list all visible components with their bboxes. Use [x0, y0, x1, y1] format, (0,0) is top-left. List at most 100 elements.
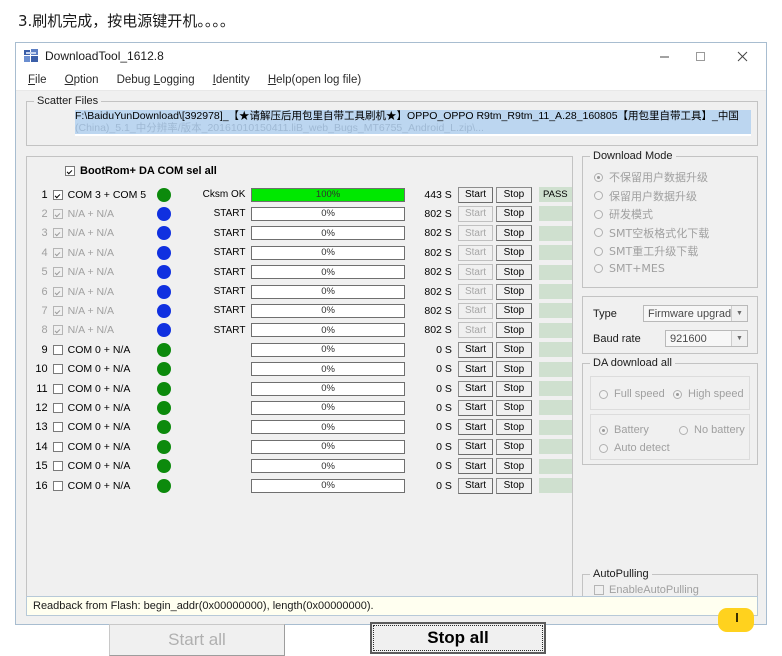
scatter-file-list[interactable]: F:\BaiduYunDownload\[392978]_【★请解压后用包里自带… [75, 110, 751, 136]
scatter-path-line-2[interactable]: (China)_5.1_中分辨率/版本_20161010150411.liB_w… [75, 122, 751, 134]
row-stop-button[interactable]: Stop [496, 302, 532, 319]
row-checkbox[interactable] [52, 480, 63, 491]
radio-indicator[interactable] [594, 191, 603, 200]
radio-indicator[interactable] [673, 389, 682, 399]
row-stop-button[interactable]: Stop [496, 264, 532, 281]
menu-item-identity[interactable]: Identity [213, 71, 259, 89]
radio-option[interactable]: 保留用户数据升级 [594, 188, 697, 204]
row-start-button[interactable]: Start [457, 186, 494, 203]
row-checkbox[interactable] [52, 305, 63, 316]
row-checkbox[interactable] [52, 189, 63, 200]
select-all-checkbox[interactable] [65, 166, 75, 176]
row-stop-button[interactable]: Stop [496, 419, 532, 436]
baud-rate-dropdown[interactable]: 921600 ▼ [665, 330, 748, 347]
row-checkbox[interactable] [52, 247, 63, 258]
row-start-button[interactable]: Start [457, 322, 494, 339]
progress-label: 0% [321, 363, 335, 375]
row-stop-button[interactable]: Stop [496, 283, 532, 300]
radio-indicator[interactable] [594, 263, 603, 273]
row-start-button[interactable]: Start [457, 341, 494, 358]
row-start-button[interactable]: Start [457, 264, 494, 281]
row-checkbox[interactable] [52, 461, 63, 472]
row-stop-button[interactable]: Stop [496, 477, 532, 494]
row-checkbox[interactable] [52, 364, 63, 375]
enable-autopulling-row[interactable]: EnableAutoPulling [594, 584, 699, 596]
stop-all-button[interactable]: Stop all [370, 622, 546, 654]
da-battery-option[interactable]: No battery [679, 424, 745, 436]
scatter-files-group: Scatter Files F:\BaiduYunDownload\[39297… [26, 95, 758, 146]
minimize-button[interactable] [646, 43, 682, 70]
row-port-label: N/A + N/A [67, 324, 115, 337]
menu-item-debug-logging[interactable]: Debug Logging [117, 71, 204, 89]
radio-indicator[interactable] [594, 246, 603, 256]
maximize-button[interactable] [682, 43, 718, 70]
row-start-button[interactable]: Start [457, 283, 494, 300]
row-start-button[interactable]: Start [457, 380, 494, 397]
row-elapsed-time: 802 S [424, 324, 452, 337]
radio-option[interactable]: SMT重工升级下载 [594, 243, 698, 259]
close-button[interactable] [724, 43, 760, 70]
row-checkbox-cell [52, 286, 68, 297]
da-speed-option[interactable]: High speed [673, 388, 744, 400]
scatter-path-line-1[interactable]: F:\BaiduYunDownload\[392978]_【★请解压后用包里自带… [75, 110, 751, 122]
row-checkbox[interactable] [52, 267, 63, 278]
start-all-button[interactable]: Start all [109, 624, 285, 656]
row-start-button[interactable]: Start [457, 225, 494, 242]
row-checkbox[interactable] [52, 383, 63, 394]
row-start-button[interactable]: Start [457, 399, 494, 416]
row-stop-button[interactable]: Stop [496, 186, 532, 203]
row-status-text: START [213, 286, 246, 297]
row-stop-button[interactable]: Stop [496, 458, 532, 475]
radio-option[interactable]: SMT+MES [594, 262, 665, 275]
row-start-button[interactable]: Start [457, 205, 494, 222]
radio-option[interactable]: 不保留用户数据升级 [594, 169, 708, 185]
row-stop-button[interactable]: Stop [496, 244, 532, 261]
row-stop-button[interactable]: Stop [496, 322, 532, 339]
row-start-button[interactable]: Start [457, 244, 494, 261]
row-checkbox[interactable] [52, 208, 63, 219]
row-start-button[interactable]: Start [457, 458, 494, 475]
radio-label: Battery [614, 424, 649, 436]
chevron-down-icon[interactable]: ▼ [731, 331, 747, 346]
row-checkbox[interactable] [52, 286, 63, 297]
com-port-row: 4 N/A + N/A START 0% 802 S Start Stop [27, 243, 572, 262]
select-all-row[interactable]: BootRom+ DA COM sel all [65, 165, 217, 177]
row-stop-button[interactable]: Stop [496, 341, 532, 358]
row-stop-button[interactable]: Stop [496, 380, 532, 397]
row-checkbox[interactable] [52, 422, 63, 433]
row-start-button[interactable]: Start [457, 302, 494, 319]
row-checkbox[interactable] [52, 344, 63, 355]
radio-indicator[interactable] [599, 425, 608, 435]
chevron-down-icon[interactable]: ▼ [731, 306, 747, 321]
row-stop-button[interactable]: Stop [496, 438, 532, 455]
radio-option[interactable]: SMT空板格式化下载 [594, 225, 709, 241]
row-start-button[interactable]: Start [457, 361, 494, 378]
da-battery-option[interactable]: Auto detect [599, 442, 670, 454]
row-start-button[interactable]: Start [457, 419, 494, 436]
row-stop-button[interactable]: Stop [496, 399, 532, 416]
row-start-button[interactable]: Start [457, 477, 494, 494]
row-checkbox[interactable] [52, 402, 63, 413]
row-checkbox[interactable] [52, 325, 63, 336]
row-stop-button[interactable]: Stop [496, 225, 532, 242]
type-dropdown[interactable]: Firmware upgrade ▼ [643, 305, 748, 322]
status-led-icon [157, 381, 172, 396]
radio-indicator[interactable] [679, 425, 688, 435]
row-start-button[interactable]: Start [457, 438, 494, 455]
da-speed-option[interactable]: Full speed [599, 388, 665, 400]
radio-indicator[interactable] [594, 172, 603, 182]
da-battery-option[interactable]: Battery [599, 424, 649, 436]
menu-item-file[interactable]: File [28, 71, 56, 89]
enable-autopulling-checkbox[interactable] [594, 585, 604, 595]
radio-indicator[interactable] [594, 209, 603, 219]
radio-indicator[interactable] [599, 389, 608, 399]
menu-item-option[interactable]: Option [65, 71, 108, 89]
radio-option[interactable]: 研发模式 [594, 206, 653, 222]
menu-item-help[interactable]: Help(open log file) [268, 71, 370, 89]
radio-indicator[interactable] [599, 443, 608, 453]
row-stop-button[interactable]: Stop [496, 205, 532, 222]
radio-indicator[interactable] [594, 228, 603, 237]
row-checkbox[interactable] [52, 228, 63, 239]
row-checkbox[interactable] [52, 441, 63, 452]
row-stop-button[interactable]: Stop [496, 361, 532, 378]
